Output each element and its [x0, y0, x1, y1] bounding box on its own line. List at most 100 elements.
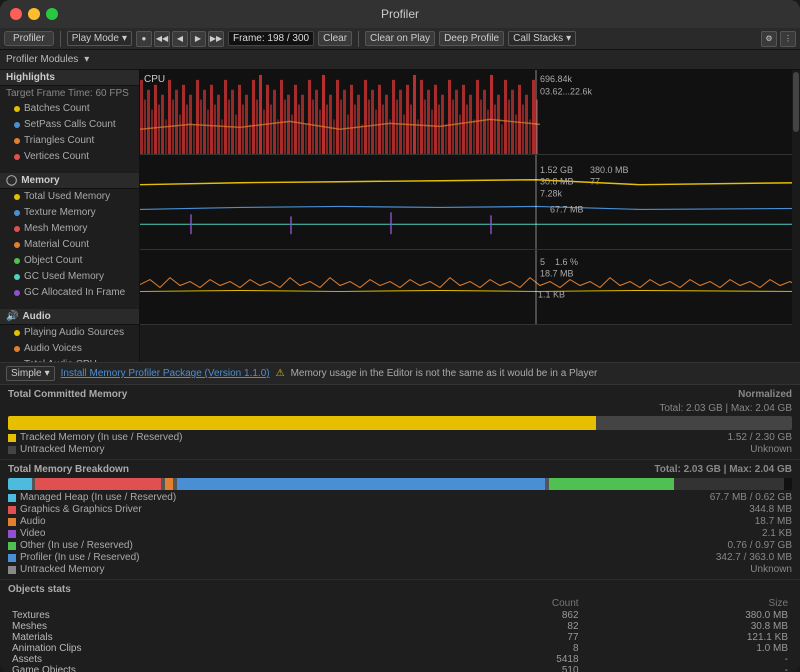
meshes-count: 82 — [440, 621, 583, 632]
objects-stats-title: Objects stats — [8, 584, 792, 595]
vertices-dot — [14, 154, 20, 160]
materials-name: Materials — [8, 632, 440, 643]
scrollbar-thumb[interactable] — [793, 72, 799, 132]
breakdown-section: Total Memory Breakdown Total: 2.03 GB | … — [0, 460, 800, 580]
gc-used-dot — [14, 274, 20, 280]
table-row: Meshes 82 30.8 MB — [8, 621, 792, 632]
highlights-triangles-item[interactable]: Triangles Count — [0, 133, 139, 149]
right-panel: // Inline SVG path generated via JS for … — [140, 70, 800, 362]
untracked2-value: Unknown — [750, 564, 792, 575]
prev-frame-button[interactable]: ◀◀ — [154, 31, 170, 47]
meshes-name: Meshes — [8, 621, 440, 632]
settings-button[interactable]: ⚙ — [761, 31, 777, 47]
gc-alloc-dot — [14, 290, 20, 296]
audio-label: Audio — [22, 311, 50, 322]
memory-gc-alloc-item[interactable]: GC Allocated In Frame — [0, 285, 139, 301]
audio-playing-item[interactable]: Playing Audio Sources — [0, 325, 139, 341]
assets-count: 5418 — [440, 654, 583, 665]
untracked-value: Unknown — [750, 444, 792, 455]
memory-total-item[interactable]: Total Used Memory — [0, 189, 139, 205]
graphics-legend: Graphics & Graphics Driver 344.8 MB — [8, 504, 792, 515]
col-header-count: Count — [440, 598, 583, 610]
memory-chart-section[interactable]: 1.52 GB 380.0 MB 30.8 MB 77 7.28k 67.7 M… — [140, 155, 800, 250]
memory-header[interactable]: ◯ Memory — [0, 173, 139, 189]
assets-size: - — [583, 654, 792, 665]
video-legend: Video 2.1 KB — [8, 528, 792, 539]
main-toolbar: Profiler Play Mode ▾ ● ◀◀ ◀ ▶ ▶▶ Frame: … — [0, 28, 800, 50]
highlights-setpass-item[interactable]: SetPass Calls Count — [0, 117, 139, 133]
chevron-down-icon: ▾ — [122, 33, 127, 44]
graphics-dot — [8, 506, 16, 514]
memory-gc-used-item[interactable]: GC Used Memory — [0, 269, 139, 285]
profiler-label: Profiler (In use / Reserved) — [20, 552, 140, 563]
next-button[interactable]: ▶ — [190, 31, 206, 47]
highlights-vertices-item[interactable]: Vertices Count — [0, 149, 139, 165]
setpass-label: SetPass Calls Count — [24, 118, 116, 132]
cpu-chart-section[interactable]: // Inline SVG path generated via JS for … — [140, 70, 800, 155]
other-bar — [177, 478, 545, 490]
material-dot — [14, 242, 20, 248]
other-value: 0.76 / 0.97 GB — [728, 540, 793, 551]
batches-label: Batches Count — [24, 102, 90, 116]
audio-bar — [165, 478, 173, 490]
object-label: Object Count — [24, 254, 82, 268]
clear-button[interactable]: Clear — [318, 31, 352, 46]
simple-dropdown[interactable]: Simple ▾ — [6, 366, 55, 381]
audio-dot — [8, 518, 16, 526]
minimize-button[interactable] — [28, 8, 40, 20]
total-committed-bar — [8, 416, 792, 430]
more-button[interactable]: ⋮ — [780, 31, 796, 47]
tracked-legend-item: Tracked Memory (In use / Reserved) 1.52 … — [8, 432, 792, 443]
svg-text:1.6 %: 1.6 % — [555, 257, 578, 267]
table-row: Materials 77 121.1 KB — [8, 632, 792, 643]
prev-button[interactable]: ◀ — [172, 31, 188, 47]
svg-text:67.7 MB: 67.7 MB — [550, 204, 583, 214]
svg-text:18.7 MB: 18.7 MB — [540, 269, 574, 279]
table-row: Textures 862 380.0 MB — [8, 610, 792, 621]
warning-icon: ⚠ — [276, 368, 285, 379]
next-frame-button[interactable]: ▶▶ — [208, 31, 224, 47]
breakdown-legend: Managed Heap (In use / Reserved) 67.7 MB… — [8, 492, 792, 575]
sep-1 — [60, 31, 61, 47]
memory-mesh-item[interactable]: Mesh Memory — [0, 221, 139, 237]
vertices-label: Vertices Count — [24, 150, 89, 164]
audio-voices-item[interactable]: Audio Voices — [0, 341, 139, 357]
maximize-button[interactable] — [46, 8, 58, 20]
warning-label: Memory usage in the Editor is not the sa… — [291, 368, 598, 379]
record-button[interactable]: ● — [136, 31, 152, 47]
left-panel: Highlights Target Frame Time: 60 FPS Bat… — [0, 70, 140, 362]
audio-chart-section[interactable]: 5 1.6 % 18.7 MB 1.1 KB — [140, 250, 800, 325]
svg-text:30.8 MB: 30.8 MB — [540, 177, 573, 187]
memory-texture-item[interactable]: Texture Memory — [0, 205, 139, 221]
call-stacks-dropdown[interactable]: Call Stacks ▾ — [508, 31, 576, 46]
call-stacks-label: Call Stacks — [513, 33, 563, 44]
deep-profile-button[interactable]: Deep Profile — [439, 31, 504, 46]
highlights-header[interactable]: Highlights — [0, 70, 139, 86]
install-label[interactable]: Install Memory Profiler Package (Version… — [61, 368, 270, 379]
textures-size: 380.0 MB — [583, 610, 792, 621]
audio-header[interactable]: 🔊 Audio — [0, 309, 139, 325]
untracked-bar-segment — [596, 416, 792, 430]
vertical-scrollbar[interactable] — [792, 70, 800, 362]
clear-on-play-button[interactable]: Clear on Play — [365, 31, 435, 46]
breakdown-label: Total Memory Breakdown — [8, 464, 129, 475]
play-mode-dropdown[interactable]: Play Mode ▾ — [67, 31, 132, 46]
svg-text:5: 5 — [540, 257, 545, 267]
breakdown-total: Total: 2.03 GB | Max: 2.04 GB — [654, 464, 792, 475]
video-value: 2.1 KB — [762, 528, 792, 539]
textures-name: Textures — [8, 610, 440, 621]
texture-label: Texture Memory — [24, 206, 96, 220]
gc-alloc-label: GC Allocated In Frame — [24, 286, 125, 300]
memory-object-item[interactable]: Object Count — [0, 253, 139, 269]
triangles-label: Triangles Count — [24, 134, 94, 148]
mesh-label: Mesh Memory — [24, 222, 87, 236]
profiler-tab[interactable]: Profiler — [4, 31, 54, 46]
game-objects-count: 510 — [440, 665, 583, 672]
mesh-dot — [14, 226, 20, 232]
untracked2-dot — [8, 566, 16, 574]
anim-clips-name: Animation Clips — [8, 643, 440, 654]
highlights-batches-item[interactable]: Batches Count — [0, 101, 139, 117]
memory-material-item[interactable]: Material Count — [0, 237, 139, 253]
anim-clips-count: 8 — [440, 643, 583, 654]
close-button[interactable] — [10, 8, 22, 20]
